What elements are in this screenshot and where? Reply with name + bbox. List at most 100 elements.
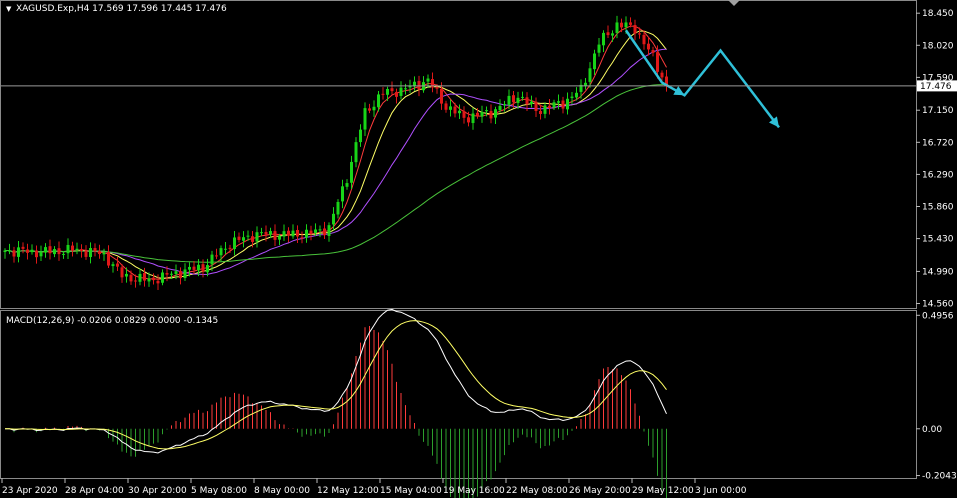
candle-body [210,254,214,265]
candle-body [503,104,506,106]
candle-body [309,230,313,234]
candle-body [318,229,322,231]
candle-body [296,229,299,237]
candle-body [246,235,250,237]
candle-body [3,250,7,253]
candle-body [179,271,182,279]
chart-canvas[interactable]: 18.45018.02017.59017.15016.72016.29015.8… [0,0,957,498]
candle-body [53,249,56,255]
candle-body [134,280,137,282]
candle-body [129,274,133,282]
price-chart-header: XAGUSD.Exp,H4 17.569 17.596 17.445 17.47… [16,4,227,14]
collapse-triangle-icon[interactable]: ▼ [6,5,12,13]
candle-body [219,248,223,256]
candle-body [480,112,484,117]
candle-body [233,237,236,250]
candle-body [471,113,475,124]
time-tick-label: 15 May 04:00 [380,486,442,496]
candle-body [201,264,205,272]
candle-body [368,108,371,111]
candle-body [633,25,637,34]
candle-body [341,186,344,202]
candle-body [426,78,430,82]
time-tick-label: 12 May 12:00 [317,486,379,496]
candle-body [557,101,560,103]
candle-body [597,44,601,53]
candle-body [143,273,146,281]
candle-body [314,229,317,234]
candle-body [224,248,227,250]
candle-body [273,231,277,240]
candle-body [444,103,448,110]
macd-tick-label: 0.4956 [922,311,954,321]
candle-body [336,201,340,215]
candle-body [642,34,646,45]
candle-body [561,100,565,109]
candle-body [647,43,650,50]
candle-body [71,245,74,251]
candle-body [354,142,358,163]
candle-body [395,91,398,97]
candle-body [552,102,556,108]
macd-header: MACD(12,26,9) -0.0206 0.0829 0.0000 -0.1… [6,316,218,326]
candle-body [251,236,254,242]
price-tick-label: 15.860 [922,202,954,212]
candle-body [12,250,16,257]
candle-body [350,161,353,183]
price-tick-label: 16.290 [922,170,954,180]
candle-body [156,280,160,284]
candle-body [449,106,452,110]
candle-body [107,251,110,266]
candle-body [120,267,124,278]
candle-body [282,231,286,237]
candle-body [255,232,259,242]
candle-body [188,266,191,270]
candle-body [435,87,439,89]
time-tick-label: 23 Apr 2020 [2,486,58,496]
candle-body [269,231,272,235]
candle-body [242,237,245,241]
candle-body [75,248,79,251]
candle-body [152,277,155,281]
current-price-label: 17.476 [920,82,952,92]
time-tick-label: 3 Jun 00:00 [695,486,747,496]
candle-body [102,252,106,255]
candle-body [183,269,187,279]
candle-body [485,110,488,112]
candle-body [174,271,178,274]
chart-background [0,0,957,498]
time-tick-label: 26 May 20:00 [569,486,631,496]
candle-body [453,106,457,114]
candle-body [84,250,88,257]
time-tick-label: 30 Apr 20:00 [128,486,187,496]
candle-body [534,101,538,111]
candle-body [489,110,493,119]
candle-body [467,117,470,123]
price-tick-label: 18.450 [922,9,954,19]
candle-body [521,96,524,98]
candle-body [651,50,655,53]
candle-body [147,278,151,282]
candle-body [39,251,43,257]
price-tick-label: 17.150 [922,106,954,116]
candle-body [80,249,83,251]
candle-body [228,247,232,249]
candle-body [507,95,511,105]
candle-body [399,87,403,96]
time-tick-label: 19 May 16:00 [443,486,505,496]
chart-window[interactable]: 18.450 18.020 17.590 17.150 16.720 16.290 15.8… [0,0,957,498]
candle-body [98,251,101,255]
candle-body [660,72,664,78]
candle-body [512,95,515,103]
price-tick-label: 16.720 [922,138,954,148]
candle-body [278,236,281,240]
candle-body [62,253,65,255]
candle-body [125,273,128,277]
time-tick-label: 8 May 00:00 [254,486,310,496]
candle-body [629,22,632,25]
candle-body [192,266,196,270]
candle-body [611,33,614,36]
candle-body [624,22,628,28]
candle-body [516,97,520,103]
time-tick-label: 29 May 12:00 [632,486,694,496]
